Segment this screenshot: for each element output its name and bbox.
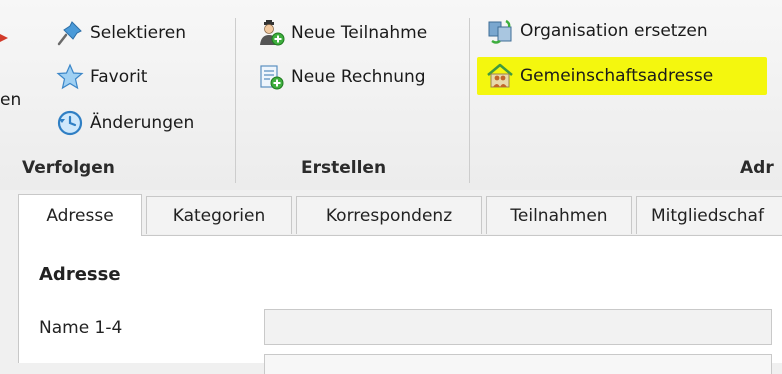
- favorit-label: Favorit: [90, 67, 148, 87]
- tab-mitgliedschaft[interactable]: Mitgliedschaf: [636, 196, 782, 234]
- tab-label: Kategorien: [172, 205, 266, 226]
- organisation-ersetzen-label: Organisation ersetzen: [520, 21, 708, 41]
- star-icon: [56, 63, 84, 91]
- invoice-add-icon: [257, 63, 285, 91]
- tab-bar: Adresse Kategorien Korrespondenz Teilnah…: [0, 190, 782, 236]
- selektieren-label: Selektieren: [90, 23, 186, 43]
- aenderungen-label: Änderungen: [90, 113, 195, 133]
- neue-rechnung-label: Neue Rechnung: [291, 67, 426, 87]
- person-add-icon: [257, 19, 285, 47]
- aenderungen-button[interactable]: Änderungen: [56, 106, 194, 140]
- tab-adresse[interactable]: Adresse: [18, 194, 142, 236]
- pin-icon: [56, 19, 84, 47]
- gemeinschaftsadresse-button[interactable]: Gemeinschaftsadresse: [486, 59, 713, 93]
- ribbon-toolbar: en Selektieren Favorit Änderungen Verfol…: [0, 0, 782, 191]
- next-input[interactable]: [264, 354, 772, 374]
- selektieren-button[interactable]: Selektieren: [56, 16, 186, 50]
- neue-teilnahme-button[interactable]: Neue Teilnahme: [257, 16, 427, 50]
- name-field-label: Name 1-4: [39, 318, 123, 338]
- tab-label: Adresse: [46, 205, 114, 226]
- group-label-adr: Adr: [740, 158, 774, 178]
- tab-korrespondenz[interactable]: Korrespondenz: [296, 196, 482, 234]
- organisation-ersetzen-button[interactable]: Organisation ersetzen: [486, 14, 708, 48]
- tab-kategorien[interactable]: Kategorien: [146, 196, 292, 234]
- house-people-icon: [486, 62, 514, 90]
- group-label-erstellen: Erstellen: [301, 158, 387, 178]
- history-icon: [56, 109, 84, 137]
- section-title: Adresse: [39, 264, 121, 285]
- gemeinschaftsadresse-label: Gemeinschaftsadresse: [520, 66, 714, 86]
- neue-teilnahme-label: Neue Teilnahme: [291, 23, 428, 43]
- group-label-verfolgen: Verfolgen: [22, 158, 115, 178]
- group-separator: [235, 18, 236, 183]
- name-1-4-input[interactable]: [264, 309, 772, 345]
- cut-off-label[interactable]: en: [0, 90, 21, 110]
- group-separator: [469, 18, 470, 183]
- replace-icon: [486, 17, 514, 45]
- tab-teilnahmen[interactable]: Teilnahmen: [486, 196, 632, 234]
- address-panel: Adresse Name 1-4: [18, 235, 782, 374]
- tab-label: Mitgliedschaf: [651, 205, 764, 226]
- tab-label: Teilnahmen: [510, 205, 608, 226]
- tab-label: Korrespondenz: [325, 205, 453, 226]
- favorit-button[interactable]: Favorit: [56, 60, 147, 94]
- red-arrow-icon: [0, 34, 8, 42]
- neue-rechnung-button[interactable]: Neue Rechnung: [257, 60, 426, 94]
